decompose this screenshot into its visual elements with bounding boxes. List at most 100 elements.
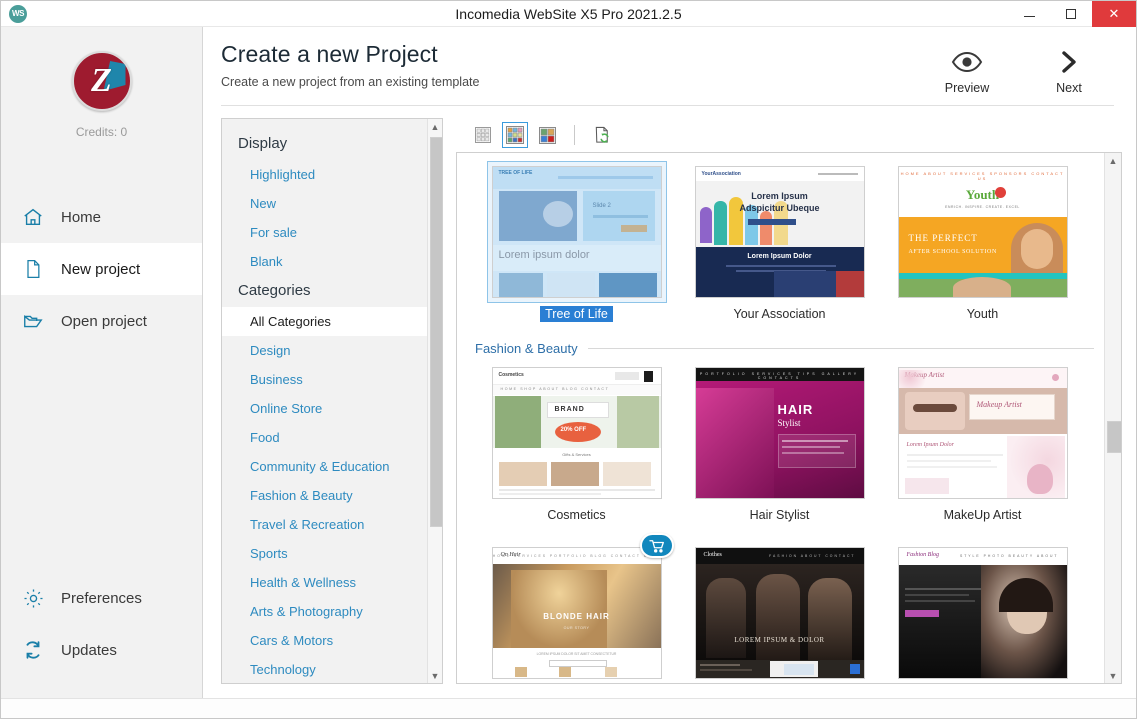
category-item-business[interactable]: Business (222, 365, 427, 394)
display-item-new[interactable]: New (222, 189, 427, 218)
category-item-fashion-beauty[interactable]: Fashion & Beauty (222, 481, 427, 510)
categories-scrollbar[interactable]: ▲ ▼ (427, 119, 442, 683)
template-thumbnail[interactable]: PORTFOLIO SERVICES TIPS GALLERY CONTACTS… (695, 367, 865, 499)
category-item-travel-recreation[interactable]: Travel & Recreation (222, 510, 427, 539)
category-item-cars-motors[interactable]: Cars & Motors (222, 626, 427, 655)
category-item-sports[interactable]: Sports (222, 539, 427, 568)
scrollbar-thumb[interactable] (1107, 421, 1122, 453)
section-rule (588, 348, 1094, 349)
thumb-sub: Gifts & Services (493, 452, 661, 457)
category-item-online-store[interactable]: Online Store (222, 394, 427, 423)
templates-grid: TREE OF LIFE Slide 2 (456, 152, 1122, 684)
template-row: TREE OF LIFE Slide 2 (475, 161, 1094, 329)
sidebar-item-label: New project (61, 261, 140, 278)
thumb-h1: THE PERFECT (909, 233, 978, 243)
sidebar-nav: Home New project O (1, 191, 202, 347)
gear-icon (21, 586, 45, 610)
toolbar-separator (574, 125, 575, 145)
small-grid-view-button[interactable] (470, 122, 496, 148)
thumb-brand: Cosmetics (499, 372, 524, 378)
template-card-on-hair[interactable]: On Hair HOME SERVICES PORTFOLIO BLOG CON… (475, 542, 678, 683)
template-thumbnail[interactable]: On Hair HOME SERVICES PORTFOLIO BLOG CON… (492, 547, 662, 679)
thumb-art-your-association: YourAssociation (696, 167, 864, 297)
template-caption: MakeUp Artist (939, 507, 1027, 523)
section-header-fashion-beauty: Fashion & Beauty (475, 341, 1094, 356)
category-item-community-education[interactable]: Community & Education (222, 452, 427, 481)
sidebar-item-new-project[interactable]: New project (1, 243, 202, 295)
category-item-food[interactable]: Food (222, 423, 427, 452)
template-card-youth[interactable]: HOME ABOUT SERVICES SPONSORS CONTACT US … (881, 161, 1084, 329)
scroll-down-icon[interactable]: ▼ (428, 668, 442, 683)
template-card-fashion-blog[interactable]: Fashion Blog STYLE PHOTO BEAUTY ABOUT (881, 542, 1084, 683)
avatar[interactable]: Z (72, 51, 132, 111)
thumb-slide-label: Slide 2 (593, 203, 611, 209)
sidebar-item-label: Preferences (61, 590, 142, 607)
template-thumbnail[interactable]: TREE OF LIFE Slide 2 (492, 166, 662, 298)
thumb-art-cosmetics: Cosmetics HOME SHOP ABOUT BLOG CONTACT (493, 368, 661, 498)
thumb-h3: Lorem Ipsum Dolor (696, 253, 864, 260)
display-item-for-sale[interactable]: For sale (222, 218, 427, 247)
scrollbar-thumb[interactable] (430, 137, 443, 527)
thumb-h2: Stylist (778, 418, 801, 428)
template-card-tree-of-life[interactable]: TREE OF LIFE Slide 2 (475, 161, 678, 329)
templates-scrollbar[interactable]: ▲ ▼ (1104, 153, 1121, 683)
thumb-h1: BLONDE HAIR (493, 612, 661, 621)
application-window: WS Incomedia WebSite X5 Pro 2021.2.5 ✕ Z… (0, 0, 1137, 719)
sidebar-item-home[interactable]: Home (1, 191, 202, 243)
template-thumbnail[interactable]: Clothes FASHION ABOUT CONTACT LOREM IP (695, 547, 865, 679)
thumb-art-fashion-blog: Fashion Blog STYLE PHOTO BEAUTY ABOUT (899, 548, 1067, 678)
scroll-up-icon[interactable]: ▲ (428, 119, 442, 134)
thumb-h1: LOREM IPSUM & DOLOR (696, 636, 864, 644)
template-card-clothes[interactable]: Clothes FASHION ABOUT CONTACT LOREM IP (678, 542, 881, 683)
sidebar-item-updates[interactable]: Updates (1, 624, 202, 676)
display-heading: Display (222, 129, 427, 160)
template-thumbnail[interactable]: YourAssociation (695, 166, 865, 298)
template-card-makeup-artist[interactable]: Makeup Artist (881, 362, 1084, 530)
scroll-down-icon[interactable]: ▼ (1105, 668, 1121, 683)
template-caption: Hair Stylist (745, 507, 815, 523)
template-card-cosmetics[interactable]: Cosmetics HOME SHOP ABOUT BLOG CONTACT (475, 362, 678, 530)
sidebar-item-open-project[interactable]: Open project (1, 295, 202, 347)
display-item-highlighted[interactable]: Highlighted (222, 160, 427, 189)
template-thumbnail[interactable]: HOME ABOUT SERVICES SPONSORS CONTACT US … (898, 166, 1068, 298)
large-grid-view-button[interactable] (534, 122, 560, 148)
shopping-cart-icon (640, 533, 674, 558)
template-caption: Tree of Life (540, 306, 613, 322)
thumb-logo: TREE OF LIFE (499, 170, 533, 176)
window-title: Incomedia WebSite X5 Pro 2021.2.5 (1, 1, 1136, 27)
header-actions: Preview Next (936, 41, 1114, 95)
thumbnail-holder: Clothes FASHION ABOUT CONTACT LOREM IP (690, 542, 870, 683)
main-content: Create a new Project Create a new projec… (203, 27, 1136, 698)
refresh-icon (21, 638, 45, 662)
document-icon (21, 257, 45, 281)
template-thumbnail[interactable]: Fashion Blog STYLE PHOTO BEAUTY ABOUT (898, 547, 1068, 679)
category-item-health-wellness[interactable]: Health & Wellness (222, 568, 427, 597)
sidebar: Z Credits: 0 Home (1, 27, 203, 698)
refresh-templates-button[interactable] (589, 122, 615, 148)
avatar-initial: Z (74, 59, 130, 103)
templates-panel: TREE OF LIFE Slide 2 (456, 118, 1122, 684)
thumbnail-holder: On Hair HOME SERVICES PORTFOLIO BLOG CON… (487, 542, 667, 683)
template-thumbnail[interactable]: Makeup Artist (898, 367, 1068, 499)
sidebar-item-preferences[interactable]: Preferences (1, 572, 202, 624)
status-bar (1, 698, 1136, 718)
template-card-hair-stylist[interactable]: PORTFOLIO SERVICES TIPS GALLERY CONTACTS… (678, 362, 881, 530)
home-icon (21, 205, 45, 229)
category-item-technology[interactable]: Technology (222, 655, 427, 683)
next-label: Next (1038, 81, 1100, 95)
category-item-all-categories[interactable]: All Categories (222, 307, 427, 336)
display-item-blank[interactable]: Blank (222, 247, 427, 276)
thumb-h1: Makeup Artist (977, 400, 1022, 409)
scroll-up-icon[interactable]: ▲ (1105, 153, 1121, 168)
template-card-your-association[interactable]: YourAssociation (678, 161, 881, 329)
template-thumbnail[interactable]: Cosmetics HOME SHOP ABOUT BLOG CONTACT (492, 367, 662, 499)
template-row: On Hair HOME SERVICES PORTFOLIO BLOG CON… (475, 542, 1094, 683)
category-item-design[interactable]: Design (222, 336, 427, 365)
section-title: Fashion & Beauty (475, 341, 578, 356)
next-button[interactable]: Next (1038, 45, 1100, 95)
eye-icon (936, 45, 998, 79)
template-caption: Youth (962, 306, 1004, 322)
medium-grid-view-button[interactable] (502, 122, 528, 148)
category-item-arts-photography[interactable]: Arts & Photography (222, 597, 427, 626)
preview-button[interactable]: Preview (936, 45, 998, 95)
